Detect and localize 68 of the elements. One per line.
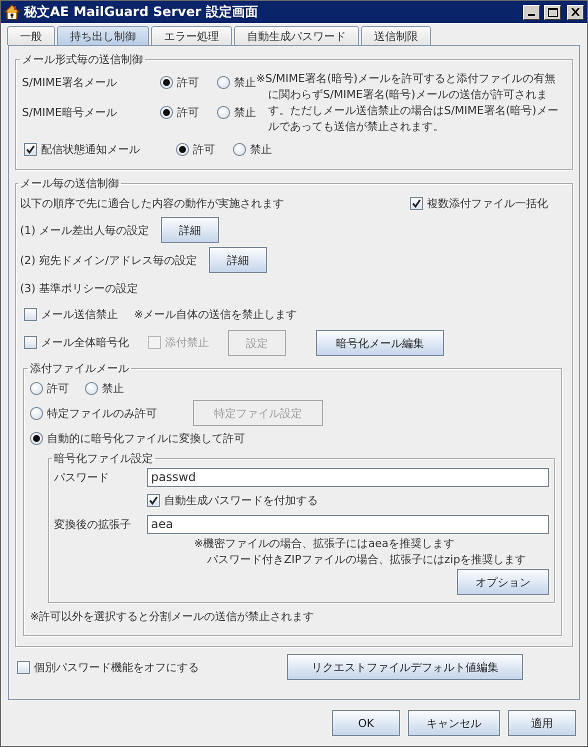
radio-circle[interactable] [30,406,43,420]
options-button[interactable]: オプション [457,569,549,595]
tab[interactable]: エラー処理 [151,26,232,45]
radio-circle[interactable] [85,382,98,394]
radio-circle[interactable] [233,142,246,156]
note-text: ※S/MIME署名(暗号)メールを許可すると添付ファイルの有無に関わらずS/MIME署名(暗号)メールの送信が許可されます。ただしメール送信禁止の場合はS/MIME署名(暗号)メールであっても送信が禁止されます。 [256,71,560,135]
radio-circle[interactable] [30,432,43,445]
group-title: メール毎の送信制御 [19,176,120,191]
radio-option[interactable]: 特定ファイルのみ許可 [30,406,157,420]
step-label: (2) 宛先ドメイン/アドレス毎の設定 [20,252,197,268]
extension-field[interactable]: aea [147,514,549,534]
checkbox[interactable]: 配信状態通知メール [24,142,140,156]
step-label: (3) 基準ポリシーの設定 [20,280,138,296]
maximize-icon [548,8,558,16]
field-label: 変換後の拡張子 [54,516,132,532]
tab[interactable]: 持ち出し制御 [57,26,149,45]
group-title: メール形式毎の送信制御 [21,52,144,67]
tab[interactable]: 一般 [7,26,55,45]
tab[interactable]: 自動生成パスワード [234,26,359,45]
radio-option[interactable]: 禁止 [85,380,124,396]
radio-circle[interactable] [176,142,189,156]
note-text: ※許可以外を選択すると分割メールの送信が禁止されます [30,608,314,624]
tab[interactable]: 送信制限 [361,26,431,45]
radio-option[interactable]: 許可 [160,104,199,120]
house-icon [4,4,20,20]
close-icon [571,8,580,16]
details-button[interactable]: 詳細 [161,217,220,243]
dialog-button[interactable]: キャンセル [408,710,500,736]
check-icon [412,198,421,208]
checkbox[interactable]: 個別パスワード機能をオフにする [17,660,199,674]
step-label: (1) メール差出人毎の設定 [20,222,150,238]
field-label: パスワード [54,470,110,484]
radio-circle[interactable] [217,106,230,118]
hint-text: ※機密ファイルの場合、拡張子にはaeaを推奨します [194,536,454,552]
radio-circle[interactable] [160,106,173,118]
row-label: S/MIME署名メール [22,74,118,90]
radio-option[interactable]: 自動的に暗号化ファイルに変換して許可 [30,431,245,446]
check-icon [26,144,35,154]
dialog-button[interactable]: OK [332,710,400,736]
checkbox[interactable]: メール送信禁止 [24,306,118,322]
edit-button[interactable]: 暗号化メール編集 [316,330,444,356]
intro-text: 以下の順序で先に適合した内容の動作が実施されます [20,196,284,210]
row-label: S/MIME暗号メール [22,104,118,120]
details-button[interactable]: 詳細 [208,247,267,273]
radio-option[interactable]: 許可 [160,74,199,90]
note-text: ※メール自体の送信を禁止します [134,306,298,322]
window-title: 秘文AE MailGuard Server 設定画面 [24,4,259,21]
group-title: 暗号化ファイル設定 [53,451,154,466]
radio-circle[interactable] [217,76,230,88]
close-button[interactable] [567,4,584,20]
radio-circle[interactable] [30,382,43,394]
check-icon [149,496,158,504]
radio-option[interactable]: 禁止 [217,74,256,90]
checkbox[interactable]: 自動生成パスワードを付加する [147,492,318,508]
request-defaults-button[interactable]: リクエストファイルデフォルト値編集 [287,654,523,680]
checkbox[interactable]: メール全体暗号化 [24,334,129,350]
radio-option[interactable]: 許可 [176,142,215,156]
hint-text: パスワード付きZIPファイルの場合、拡張子にはzipを推奨します [207,552,526,568]
radio-option[interactable]: 許可 [30,380,69,396]
radio-option[interactable]: 禁止 [233,142,272,156]
dialog-button[interactable]: 適用 [508,710,576,736]
radio-option[interactable]: 禁止 [217,104,256,120]
checkbox[interactable]: 複数添付ファイル一括化 [410,196,548,210]
minimize-button[interactable] [523,4,540,20]
password-field[interactable]: passwd [147,468,549,486]
group-title: 添付ファイルメール [29,361,130,376]
maximize-button[interactable] [544,4,561,20]
radio-circle[interactable] [160,76,173,88]
